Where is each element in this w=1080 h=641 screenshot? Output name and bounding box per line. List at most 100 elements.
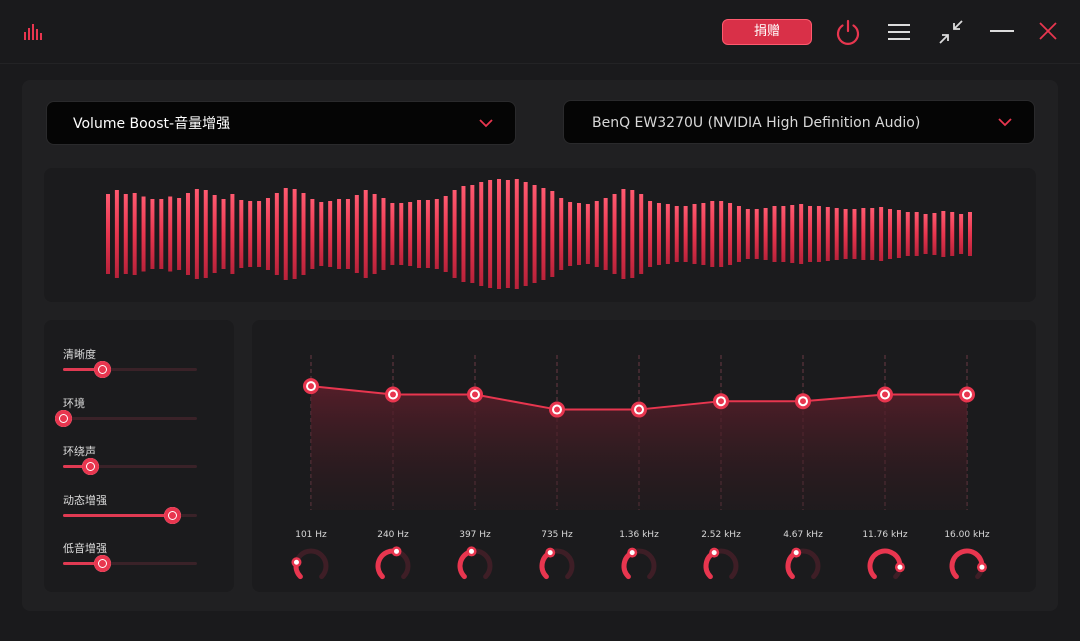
donate-button[interactable]: 捐赠: [722, 19, 812, 45]
slider-thumb[interactable]: [81, 458, 99, 475]
waveform-bar: [132, 193, 137, 275]
waveform-bar: [648, 201, 653, 267]
slider-thumb[interactable]: [163, 506, 181, 524]
waveform-bar: [781, 206, 786, 262]
effect-slider[interactable]: [63, 506, 197, 524]
waveform-bar: [123, 194, 128, 274]
waveform-bar: [621, 189, 626, 279]
waveform-bar: [514, 179, 519, 289]
waveform-bar: [265, 198, 270, 270]
waveform-bar: [559, 198, 564, 270]
effect-label: 环绕声: [63, 445, 96, 458]
slider-fill: [63, 513, 172, 517]
waveform-bar: [834, 208, 839, 260]
waveform-bar: [888, 209, 893, 259]
equalizer-panel: [252, 320, 1036, 592]
waveform-bar: [310, 199, 315, 269]
waveform-bar: [816, 206, 821, 262]
slider-thumb[interactable]: [93, 361, 111, 378]
waveform-bar: [203, 190, 208, 278]
waveform-bar: [745, 209, 750, 259]
effects-panel: 清晰度 环境 环绕声 动态增强 低音增强: [44, 320, 234, 592]
waveform-bar: [106, 194, 110, 274]
waveform-bar: [603, 198, 608, 270]
eq-frequency-label: 101 Hz: [295, 530, 327, 540]
waveform-bar: [319, 202, 324, 266]
waveform-bar: [461, 186, 466, 282]
effect-slider[interactable]: [63, 555, 197, 572]
slider-thumb[interactable]: [93, 555, 111, 572]
waveform-bar: [390, 203, 395, 265]
waveform-bar: [790, 205, 795, 263]
waveform-bar: [523, 182, 528, 286]
waveform-bar: [905, 212, 910, 256]
waveform-bar: [417, 200, 422, 268]
effect-slider[interactable]: [63, 458, 197, 475]
effect-label: 清晰度: [63, 348, 96, 361]
waveform-bar: [825, 207, 830, 261]
waveform-bar: [425, 200, 430, 268]
waveform-bar: [763, 208, 768, 260]
waveform-bar: [345, 199, 350, 269]
waveform-bar: [736, 206, 741, 262]
waveform-bar: [194, 189, 199, 279]
waveform-bar: [914, 212, 919, 256]
chevron-down-icon: [479, 119, 493, 128]
waveform-bar: [479, 182, 484, 286]
waveform-bar: [185, 193, 190, 275]
waveform-bar: [141, 196, 146, 272]
waveform-bar: [959, 214, 964, 254]
waveform-bar: [230, 194, 235, 274]
waveform-bar: [843, 209, 848, 259]
waveform-bar: [861, 208, 866, 260]
eq-frequency-label: 240 Hz: [377, 530, 409, 540]
waveform-bar: [354, 195, 359, 273]
waveform-bar: [772, 206, 777, 262]
waveform-bar: [568, 202, 573, 266]
waveform-bar: [656, 203, 661, 265]
waveform-bar: [932, 213, 937, 255]
device-select[interactable]: BenQ EW3270U (NVIDIA High Definition Aud…: [563, 100, 1035, 144]
waveform-bar: [470, 185, 475, 283]
preset-select-value: Volume Boost-音量增强: [73, 116, 231, 132]
waveform-bar: [221, 199, 226, 269]
close-icon[interactable]: [1038, 21, 1058, 41]
waveform-bar: [381, 198, 386, 270]
waveform-bar: [594, 201, 599, 267]
waveform-bar: [274, 193, 279, 275]
waveform-bar: [728, 203, 733, 265]
effect-slider[interactable]: [55, 409, 197, 427]
waveform-bar: [168, 196, 173, 272]
waveform-bar: [292, 189, 297, 279]
waveform-bar: [408, 202, 413, 266]
waveform-visualizer: [44, 168, 1036, 302]
waveform-bar: [328, 201, 333, 267]
slider-thumb[interactable]: [55, 409, 72, 427]
waveform-bar: [497, 179, 502, 289]
preset-select[interactable]: Volume Boost-音量增强: [46, 101, 516, 145]
waveform-bar: [923, 214, 928, 254]
menu-icon[interactable]: [887, 22, 911, 42]
shrink-icon[interactable]: [938, 19, 964, 45]
waveform-bar: [150, 199, 155, 269]
waveform-bar: [576, 203, 581, 265]
waveform-bar: [692, 204, 697, 264]
waveform-bar: [399, 203, 404, 265]
waveform-bar: [532, 185, 537, 283]
minimize-icon[interactable]: [990, 29, 1014, 33]
power-icon[interactable]: [834, 18, 862, 46]
effect-label: 动态增强: [63, 493, 107, 507]
eq-frequency-label: 16.00 kHz: [944, 530, 990, 540]
waveform-bar: [488, 180, 493, 288]
waveform-bar: [585, 204, 590, 264]
waveform-bar: [505, 180, 510, 288]
waveform-bar: [114, 190, 119, 278]
eq-frequency-label: 397 Hz: [459, 530, 491, 540]
waveform-bar: [950, 212, 955, 256]
effect-slider[interactable]: [63, 361, 197, 378]
eq-frequency-label: 2.52 kHz: [701, 530, 741, 540]
eq-frequency-label: 11.76 kHz: [862, 530, 908, 540]
waveform-bar: [372, 194, 377, 274]
effect-label: 低音增强: [63, 542, 107, 555]
waveform-bars: [106, 179, 972, 289]
